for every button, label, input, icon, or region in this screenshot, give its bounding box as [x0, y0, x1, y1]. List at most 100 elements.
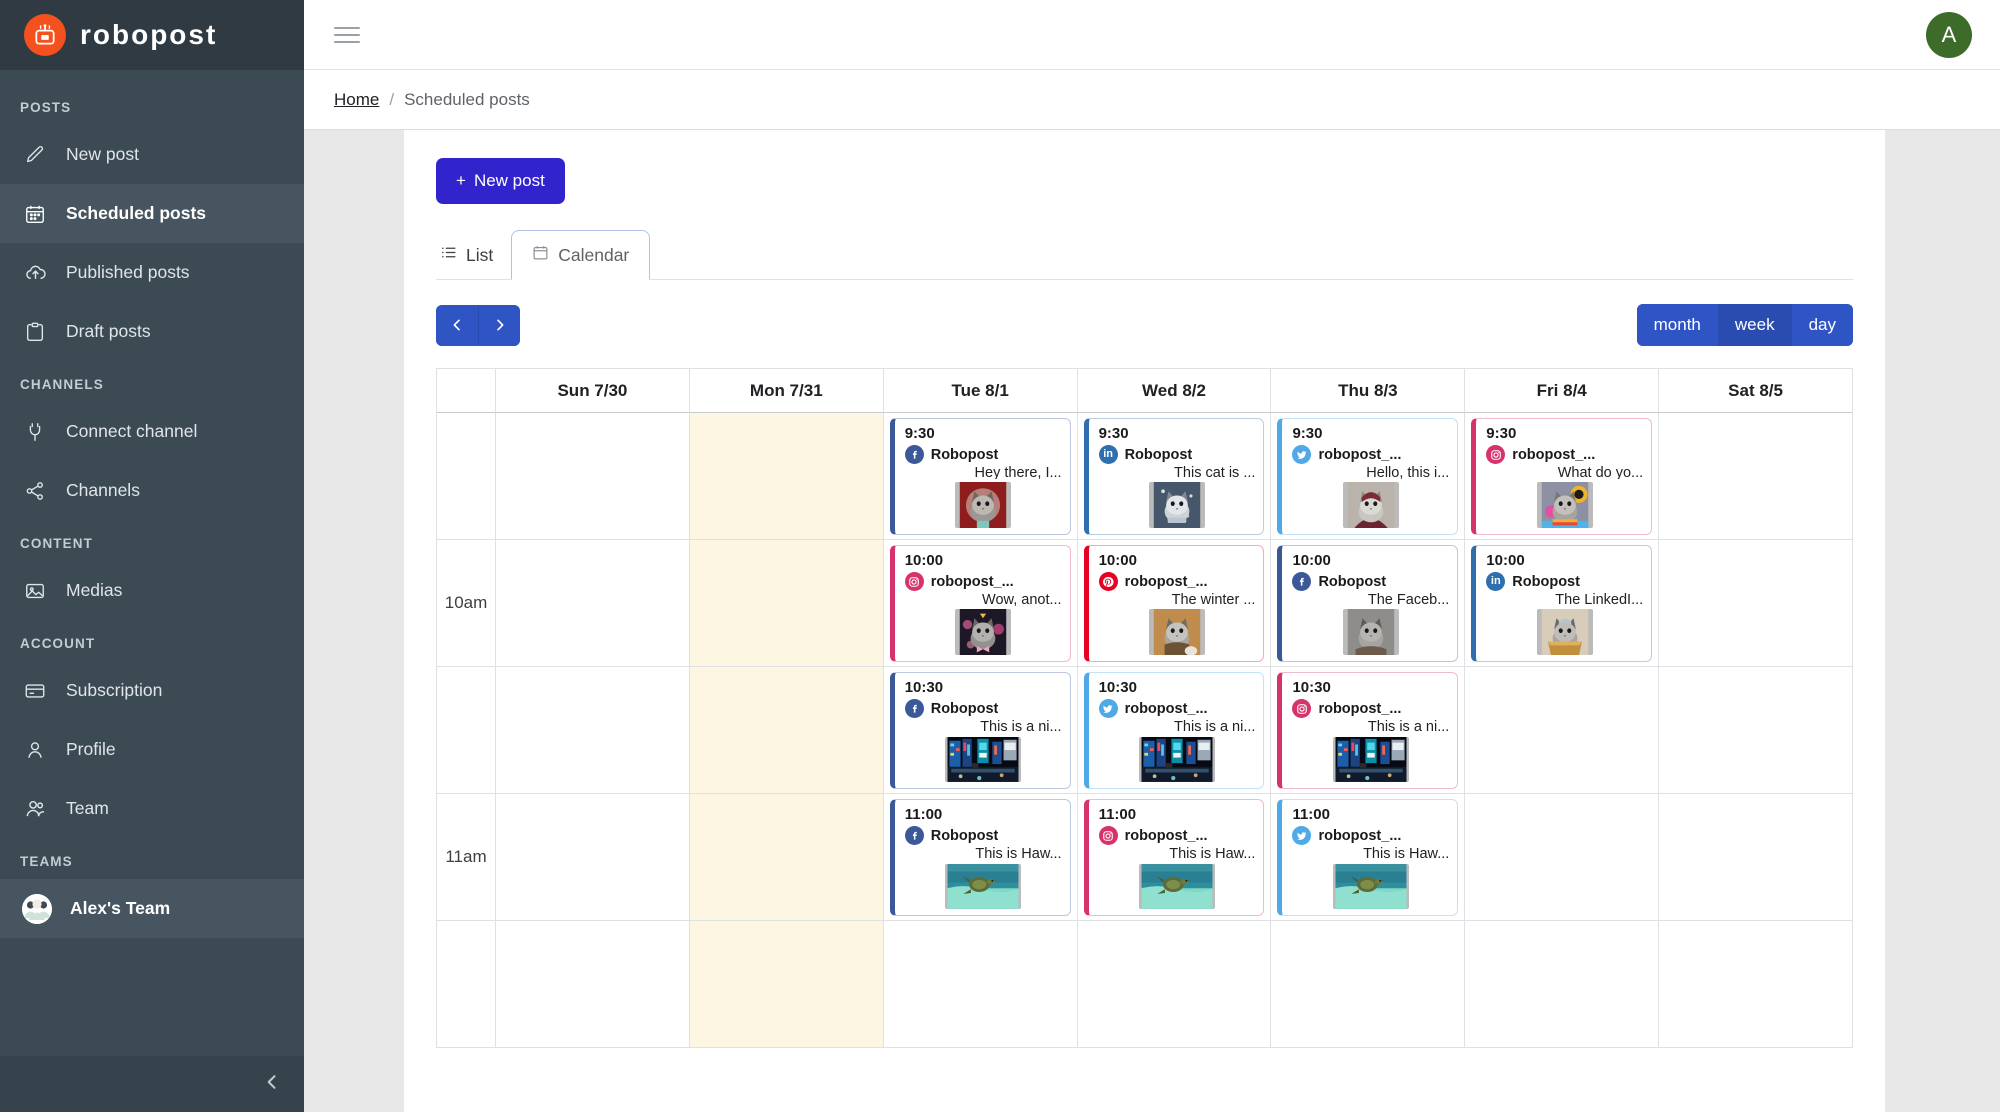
view-week-button[interactable]: week	[1717, 304, 1792, 346]
cloud-upload-icon	[22, 260, 48, 286]
new-post-button-label: New post	[473, 171, 545, 190]
event-preview-text: The LinkedI...	[1555, 592, 1644, 606]
sidebar-item-draft-posts[interactable]: Draft posts	[0, 302, 304, 361]
sidebar-item-medias[interactable]: Medias	[0, 561, 304, 620]
calendar-cell[interactable]	[496, 667, 690, 794]
view-month-button[interactable]: month	[1636, 304, 1718, 346]
event-time: 9:30	[904, 425, 935, 442]
calendar-cell[interactable]	[689, 540, 884, 667]
sidebar-item-alexs-team[interactable]: Alex's Team	[0, 879, 304, 938]
view-day-button[interactable]: day	[1791, 304, 1853, 346]
calendar-cell[interactable]: 9:30 Robopost Hey there, I...	[883, 413, 1078, 540]
sidebar-item-channels[interactable]: Channels	[0, 461, 304, 520]
calendar-cell[interactable]	[496, 921, 690, 1048]
calendar-cell[interactable]	[496, 794, 690, 921]
calendar-cell[interactable]	[1271, 921, 1466, 1048]
new-post-button[interactable]: + New post	[436, 158, 565, 204]
event-thumbnail	[945, 864, 1022, 909]
calendar-event[interactable]: 9:30 robopost_... What do yo...	[1471, 418, 1653, 535]
calendar-cell[interactable]: 9:30 robopost_... Hello, this i...	[1271, 413, 1466, 540]
instagram-icon	[1486, 445, 1506, 465]
avatar[interactable]: A	[1926, 11, 1972, 58]
calendar-event[interactable]: 10:30 robopost_... This is a ni...	[1277, 672, 1459, 789]
calendar-event[interactable]: 10:00 Robopost The Faceb...	[1277, 545, 1459, 662]
event-thumbnail	[1536, 608, 1593, 655]
sidebar-item-subscription[interactable]: Subscription	[0, 661, 304, 720]
breadcrumb-home-link[interactable]: Home	[334, 90, 379, 110]
calendar-cell[interactable]: 10:00 robopost_... The winter ...	[1077, 540, 1272, 667]
calendar-cell[interactable]	[1659, 667, 1854, 794]
event-preview-text: Hey there, I...	[974, 465, 1062, 479]
calendar-cell[interactable]: 10:00 robopost_... Wow, anot...	[883, 540, 1078, 667]
event-preview-text: This is a ni...	[1367, 719, 1450, 735]
calendar-cell[interactable]	[496, 540, 690, 667]
calendar-cell[interactable]	[1659, 794, 1854, 921]
calendar-event[interactable]: 11:00 Robopost This is Haw...	[889, 799, 1071, 916]
tab-list[interactable]: List	[436, 231, 497, 279]
calendar-cell[interactable]: 9:30 in Robopost This cat is ...	[1077, 413, 1272, 540]
calendar-cell[interactable]	[1659, 413, 1854, 540]
event-account-name: robopost_...	[930, 573, 1014, 590]
calendar-cell[interactable]	[1465, 794, 1660, 921]
calendar-cell[interactable]	[1659, 921, 1854, 1048]
calendar-cell[interactable]	[689, 667, 884, 794]
prev-period-button[interactable]	[436, 304, 478, 346]
event-thumbnail	[1332, 737, 1409, 782]
calendar-cell[interactable]: 10:30 Robopost This is a ni...	[883, 667, 1078, 794]
calendar-slot-row: 10:30 Robopost This is a ni... 10:30 robopos…	[437, 667, 1854, 794]
calendar-cell[interactable]: 9:30 robopost_... What do yo...	[1465, 413, 1660, 540]
calendar-cell[interactable]	[1659, 540, 1854, 667]
event-account-row: robopost_...	[1292, 826, 1449, 846]
calendar-cell[interactable]	[689, 413, 884, 540]
calendar-event[interactable]: 10:30 Robopost This is a ni...	[889, 672, 1071, 789]
plug-icon	[22, 419, 48, 445]
calendar-event[interactable]: 11:00 robopost_... This is Haw...	[1083, 799, 1265, 916]
sidebar-item-scheduled-posts[interactable]: Scheduled posts	[0, 184, 304, 243]
calendar-cell[interactable]: 10:30 robopost_... This is a ni...	[1271, 667, 1466, 794]
calendar-cell[interactable]: 11:00 robopost_... This is Haw...	[1271, 794, 1466, 921]
sidebar-section-account: ACCOUNT	[20, 636, 96, 651]
calendar-event[interactable]: 10:00 in Robopost The LinkedI...	[1471, 545, 1653, 662]
calendar-cell[interactable]	[883, 921, 1078, 1048]
next-period-button[interactable]	[478, 304, 520, 346]
calendar-event[interactable]: 11:00 robopost_... This is Haw...	[1277, 799, 1459, 916]
event-account-row: robopost_...	[1486, 445, 1643, 465]
event-time: 10:30	[1098, 679, 1137, 696]
calendar-cell[interactable]: 10:30 robopost_... This is a ni...	[1077, 667, 1272, 794]
sidebar-item-profile[interactable]: Profile	[0, 720, 304, 779]
sidebar-item-connect-channel[interactable]: Connect channel	[0, 402, 304, 461]
calendar-event[interactable]: 10:00 robopost_... Wow, anot...	[889, 545, 1071, 662]
calendar-cell[interactable]: 10:00 Robopost The Faceb...	[1271, 540, 1466, 667]
sidebar-collapse-button[interactable]	[0, 1056, 304, 1112]
calendar-cell[interactable]: 11:00 Robopost This is Haw...	[883, 794, 1078, 921]
calendar-cell[interactable]: 10:00 in Robopost The LinkedI...	[1465, 540, 1660, 667]
calendar-event[interactable]: 9:30 in Robopost This cat is ...	[1083, 418, 1265, 535]
sidebar-item-new-post[interactable]: New post	[0, 125, 304, 184]
brand-header[interactable]: robopost	[0, 0, 304, 70]
calendar-cell[interactable]	[1077, 921, 1272, 1048]
calendar-nav-buttons	[436, 304, 520, 346]
calendar-event[interactable]: 10:30 robopost_... This is a ni...	[1083, 672, 1265, 789]
hamburger-menu-icon[interactable]	[334, 26, 360, 43]
instagram-icon	[1098, 826, 1118, 846]
calendar-cell[interactable]	[689, 921, 884, 1048]
calendar-cell[interactable]	[496, 413, 690, 540]
linkedin-icon: in	[1486, 572, 1506, 592]
calendar-cell[interactable]: 11:00 robopost_... This is Haw...	[1077, 794, 1272, 921]
user-icon	[22, 737, 48, 763]
calendar-event[interactable]: 9:30 robopost_... Hello, this i...	[1277, 418, 1459, 535]
sidebar-item-published-posts[interactable]: Published posts	[0, 243, 304, 302]
calendar-cell[interactable]	[689, 794, 884, 921]
sidebar-item-label: Team	[66, 798, 109, 818]
twitter-icon	[1292, 445, 1312, 465]
calendar-event[interactable]: 10:00 robopost_... The winter ...	[1083, 545, 1265, 662]
calendar-event[interactable]: 9:30 Robopost Hey there, I...	[889, 418, 1071, 535]
calendar-toolbar: month week day	[436, 304, 1853, 346]
calendar-cell[interactable]	[1465, 667, 1660, 794]
sidebar-item-team[interactable]: Team	[0, 779, 304, 838]
event-account-row: in Robopost	[1098, 445, 1256, 465]
calendar-cell[interactable]	[1465, 921, 1660, 1048]
event-time: 10:30	[1292, 679, 1331, 696]
tab-calendar[interactable]: Calendar	[511, 230, 651, 280]
facebook-icon	[904, 699, 924, 719]
